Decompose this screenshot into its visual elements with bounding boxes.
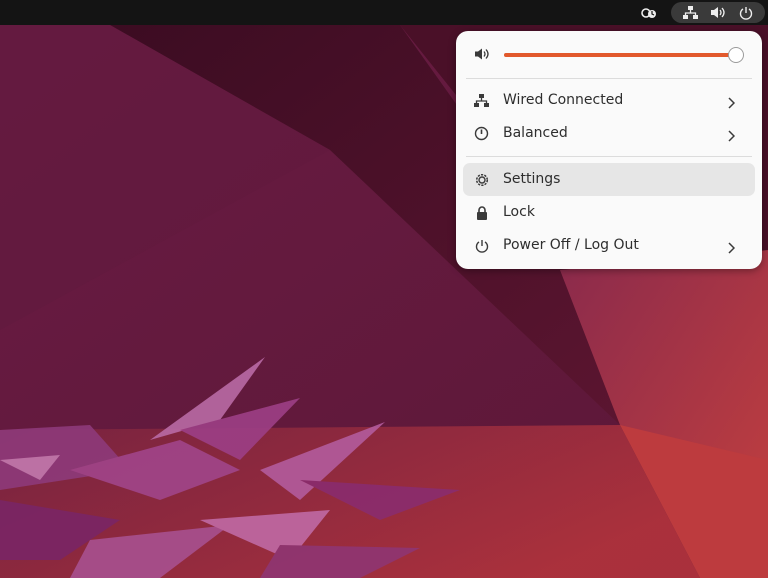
menu-item-lock[interactable]: Lock — [463, 196, 755, 229]
volume-slider-fill — [504, 53, 735, 57]
quick-settings-menu: Wired Connected Balanced Settings Lock P… — [456, 31, 762, 269]
network-wired-icon — [473, 92, 490, 109]
menu-item-power-mode[interactable]: Balanced — [463, 117, 755, 150]
menu-item-settings[interactable]: Settings — [463, 163, 755, 196]
menu-item-label: Settings — [503, 171, 561, 187]
menu-item-power-off[interactable]: Power Off / Log Out — [463, 229, 755, 262]
volume-slider[interactable] — [504, 53, 742, 57]
network-wired-icon — [683, 6, 699, 19]
power-icon — [739, 6, 753, 20]
accessibility-menu-button[interactable] — [638, 3, 660, 22]
top-bar — [0, 0, 768, 25]
menu-item-label: Balanced — [503, 125, 568, 141]
volume-slider-handle[interactable] — [728, 47, 744, 63]
power-profile-icon — [473, 125, 490, 142]
separator — [466, 156, 752, 157]
menu-item-label: Wired Connected — [503, 92, 624, 108]
volume-icon[interactable] — [474, 46, 490, 65]
chevron-right-icon — [727, 239, 736, 258]
gear-icon — [473, 171, 490, 188]
power-icon — [473, 237, 490, 254]
chevron-right-icon — [727, 94, 736, 113]
lock-icon — [473, 204, 490, 221]
volume-icon — [710, 6, 726, 19]
system-status-button[interactable] — [671, 2, 765, 23]
menu-item-label: Lock — [503, 204, 535, 220]
separator — [466, 78, 752, 79]
menu-item-label: Power Off / Log Out — [503, 237, 639, 253]
volume-row — [456, 31, 762, 77]
chevron-right-icon — [727, 127, 736, 146]
menu-item-wired[interactable]: Wired Connected — [463, 84, 755, 117]
accessibility-icon — [641, 6, 657, 20]
